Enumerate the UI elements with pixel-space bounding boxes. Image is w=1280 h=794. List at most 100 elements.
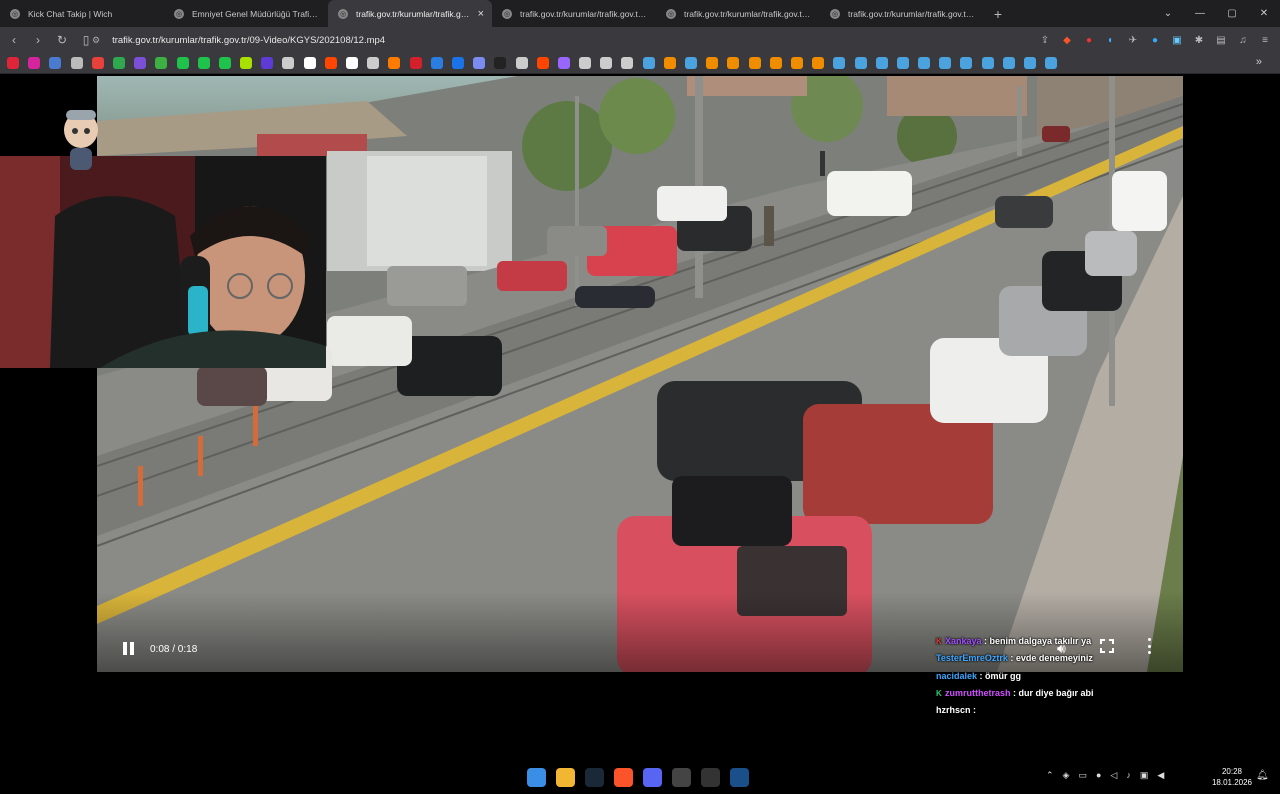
bookmark-icon-14[interactable] [303, 57, 316, 69]
bookmark-icon-25[interactable] [536, 57, 549, 69]
bookmark-icon-35[interactable] [748, 57, 761, 69]
discord-icon[interactable] [643, 768, 662, 787]
bookmark-icon-36[interactable] [769, 57, 782, 69]
shield-icon[interactable]: ◈ [1063, 770, 1070, 781]
steam-tray-icon[interactable]: ● [1096, 770, 1101, 781]
bookmark-icon-12[interactable] [261, 57, 274, 69]
obs-icon[interactable] [701, 768, 720, 787]
new-tab-button[interactable]: + [984, 0, 1012, 27]
bookmark-icon-21[interactable] [451, 57, 464, 69]
bookmark-icon-45[interactable] [960, 57, 973, 69]
bookmark-icon-42[interactable] [896, 57, 909, 69]
close-tab-icon[interactable]: × [478, 8, 484, 20]
maximize-icon[interactable]: ▢ [1216, 0, 1248, 27]
address-bar[interactable]: ⚙ trafik.gov.tr/kurumlar/trafik.gov.tr/0… [92, 31, 1042, 49]
bookmark-icon-48[interactable] [1024, 57, 1036, 69]
steam-icon-2[interactable] [730, 768, 749, 787]
battery-icon[interactable]: ▭ [1078, 770, 1087, 781]
brave-icon[interactable] [614, 768, 633, 787]
bookmark-icon-13[interactable] [282, 57, 295, 69]
media-icon[interactable]: ♫ [1234, 30, 1252, 50]
extension-icon-3[interactable]: ✈ [1124, 30, 1142, 50]
tab-3[interactable]: ◎ trafik.gov.tr/kurumlar/trafik.gov.tr/09 [492, 0, 656, 27]
bookmark-icon-38[interactable] [812, 57, 825, 69]
bookmark-icon-33[interactable] [706, 57, 719, 69]
bookmark-icon-17[interactable] [367, 57, 380, 69]
bookmark-icon-26[interactable] [557, 57, 570, 69]
extensions-icon[interactable]: ✱ [1190, 30, 1208, 50]
reload-icon[interactable]: ↻ [52, 30, 72, 50]
extension-icon-4[interactable]: ● [1146, 30, 1164, 50]
bookmark-icon-15[interactable] [324, 57, 337, 69]
app-icon[interactable] [672, 768, 691, 787]
bookmark-icon-4[interactable] [91, 57, 104, 69]
tab-4[interactable]: ◎ trafik.gov.tr/kurumlar/trafik.gov.tr/09 [656, 0, 820, 27]
extension-icon-2[interactable]: ◐ [1102, 30, 1120, 50]
share-icon[interactable]: ⇪ [1036, 30, 1054, 50]
extension-icon-5[interactable]: ▣ [1168, 30, 1186, 50]
forward-icon[interactable]: › [28, 30, 48, 50]
bookmark-icon-40[interactable] [854, 57, 867, 69]
windows-start-icon[interactable] [527, 768, 546, 787]
bookmark-icon-30[interactable] [642, 57, 655, 69]
brave-shield-icon[interactable]: ◆ [1058, 30, 1076, 50]
tab-strip: ◎ Kick Chat Takip | Wich ◎ Emniyet Genel Mü… [0, 0, 1280, 27]
bookmark-icon-5[interactable] [112, 57, 125, 69]
bookmark-icon-31[interactable] [663, 57, 676, 69]
bookmark-icon-20[interactable] [430, 57, 443, 69]
bookmark-icon-9[interactable] [197, 57, 210, 69]
close-window-icon[interactable]: ✕ [1248, 0, 1280, 27]
tab-0[interactable]: ◎ Kick Chat Takip | Wich [0, 0, 164, 27]
bookmark-icon-34[interactable] [727, 57, 740, 69]
bookmark-icon-39[interactable] [833, 57, 846, 69]
bookmark-icon-28[interactable] [600, 57, 613, 69]
dropdown-icon[interactable]: ⌄ [1152, 0, 1184, 27]
back-icon[interactable]: ‹ [4, 30, 24, 50]
bookmark-icon-27[interactable] [579, 57, 592, 69]
sidebar-icon[interactable]: ▤ [1212, 30, 1230, 50]
bookmark-icon-23[interactable] [494, 57, 507, 69]
bookmark-icon-6[interactable] [134, 57, 147, 69]
menu-icon[interactable]: ≡ [1256, 30, 1274, 50]
bookmark-icon-49[interactable] [1045, 57, 1058, 69]
bookmark-icon-41[interactable] [875, 57, 888, 69]
bookmark-icon-0[interactable] [7, 57, 19, 69]
bookmark-icon-1[interactable] [28, 57, 41, 69]
volume-tray-icon[interactable]: ◀ [1157, 770, 1164, 781]
steam-icon[interactable] [585, 768, 604, 787]
bookmark-icon-18[interactable] [388, 57, 401, 69]
bookmark-icon-7[interactable] [155, 57, 168, 69]
clock[interactable]: 20:28 18.01.2026 [1208, 766, 1256, 788]
bookmark-icon-29[interactable] [621, 57, 634, 69]
minimize-icon[interactable]: — [1184, 0, 1216, 27]
tab-5[interactable]: ◎ trafik.gov.tr/kurumlar/trafik.gov.tr/09 [820, 0, 984, 27]
bookmark-icon-24[interactable] [515, 57, 528, 69]
bookmark-icon-11[interactable] [240, 57, 253, 69]
microphone-icon[interactable]: ♪ [1126, 770, 1131, 781]
bookmark-icon-10[interactable] [218, 57, 231, 69]
site-settings-icon[interactable]: ⚙ [92, 35, 100, 46]
chat-message: Kzumrutthetrash : dur diye bağır abi [936, 685, 1176, 702]
file-explorer-icon[interactable] [556, 768, 575, 787]
bookmark-icon-46[interactable] [981, 57, 994, 69]
bookmark-icon-32[interactable] [685, 57, 697, 69]
network-icon[interactable]: ▣ [1140, 770, 1149, 781]
tab-1[interactable]: ◎ Emniyet Genel Müdürlüğü Trafik Başk [164, 0, 328, 27]
bookmark-icon-37[interactable] [790, 57, 803, 69]
tab-2[interactable]: ◎ trafik.gov.tr/kurumlar/trafik.gov.tr × [328, 0, 492, 27]
bookmark-icon-2[interactable] [49, 57, 62, 69]
bookmark-icon-47[interactable] [1002, 57, 1015, 69]
bookmark-icon-16[interactable] [346, 57, 358, 69]
bookmark-icon-3[interactable] [70, 57, 83, 69]
notification-icon[interactable]: 🔔︎ [1256, 770, 1269, 781]
bookmark-icon-22[interactable] [473, 57, 486, 69]
pause-icon[interactable] [123, 642, 137, 656]
speaker-icon[interactable]: ◁ [1110, 770, 1117, 781]
extension-icon-1[interactable]: ● [1080, 30, 1098, 50]
bookmark-icon-44[interactable] [939, 57, 952, 69]
bookmark-icon-43[interactable] [918, 57, 931, 69]
bookmark-icon-19[interactable] [409, 57, 422, 69]
more-bookmarks-icon[interactable]: » [1256, 56, 1262, 68]
bookmark-icon-8[interactable] [176, 57, 189, 69]
chevron-up-icon[interactable]: ⌃ [1046, 770, 1054, 781]
